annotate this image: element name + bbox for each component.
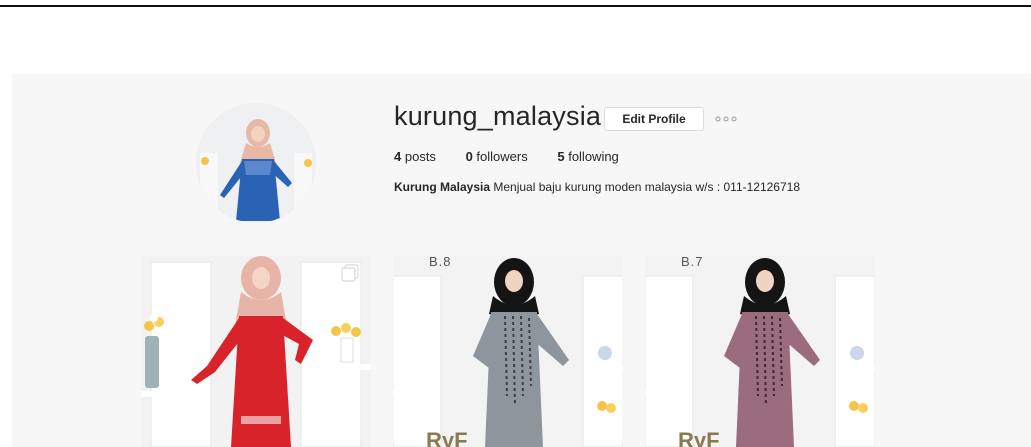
followers-label: followers xyxy=(476,149,528,164)
post-label-3: B.7 xyxy=(681,256,704,269)
post-thumbnail-2[interactable]: B.8 RyF xyxy=(393,256,623,447)
edit-profile-button[interactable]: Edit Profile xyxy=(604,107,704,131)
profile-bio: Kurung Malaysia Menjual baju kurung mode… xyxy=(394,180,800,194)
following-count[interactable]: 5 following xyxy=(557,149,618,164)
post-thumbnail-1[interactable] xyxy=(141,256,371,447)
profile-username: kurung_malaysia xyxy=(394,101,602,131)
posts-count[interactable]: 4 posts xyxy=(394,149,436,164)
more-options-icon[interactable] xyxy=(715,115,737,123)
multiple-images-icon xyxy=(341,264,359,282)
following-count-value: 5 xyxy=(557,149,565,164)
post-thumbnail-3[interactable]: B.7 RyF xyxy=(645,256,875,447)
posts-count-value: 4 xyxy=(394,149,402,164)
bio-name: Kurung Malaysia xyxy=(394,180,491,194)
post-image-2 xyxy=(393,256,623,447)
post-brand-2: RyF xyxy=(426,428,468,447)
avatar-image xyxy=(196,103,316,223)
bio-text: Menjual baju kurung moden malaysia w/s :… xyxy=(490,180,800,194)
profile-avatar[interactable] xyxy=(196,103,316,223)
followers-count[interactable]: 0 followers xyxy=(466,149,528,164)
followers-count-value: 0 xyxy=(465,149,473,164)
post-image-1 xyxy=(141,256,371,447)
post-brand-3: RyF xyxy=(678,428,720,447)
posts-label: posts xyxy=(404,149,436,164)
following-label: following xyxy=(568,149,619,164)
profile-stats: 4 posts 0 followers 5 following xyxy=(394,149,645,164)
top-border xyxy=(0,5,1031,7)
post-image-3 xyxy=(645,256,875,447)
post-label-2: B.8 xyxy=(429,256,452,269)
